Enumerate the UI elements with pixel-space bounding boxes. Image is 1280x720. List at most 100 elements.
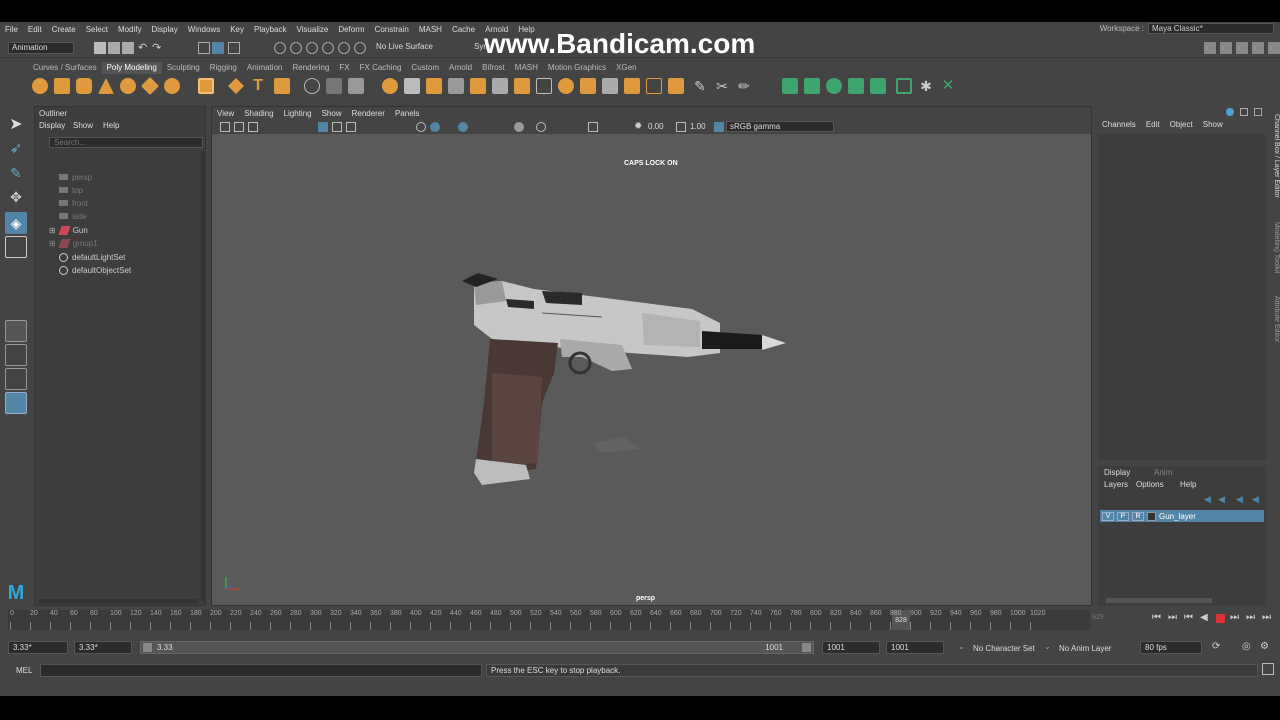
shelf-tab-rendering[interactable]: Rendering bbox=[287, 62, 334, 74]
render-settings-icon[interactable] bbox=[1252, 42, 1264, 54]
retopologize-icon[interactable] bbox=[514, 78, 530, 94]
poly-cylinder-icon[interactable] bbox=[76, 78, 92, 94]
outliner-item-default-light-set[interactable]: defaultLightSet bbox=[59, 251, 125, 263]
type-tool-icon[interactable]: T bbox=[250, 78, 266, 94]
shelf-tab-xgen[interactable]: XGen bbox=[611, 62, 641, 74]
new-layer-icon[interactable]: ◀ bbox=[1236, 494, 1243, 505]
wireframe-icon[interactable] bbox=[416, 122, 426, 132]
paint-select-icon[interactable]: ✎ bbox=[5, 162, 27, 184]
character-set-chevron-icon[interactable]: ⌄ bbox=[958, 642, 965, 651]
four-view-layout-icon[interactable] bbox=[5, 344, 27, 366]
play-backwards-icon[interactable]: ◀ bbox=[1200, 612, 1208, 623]
range-slider-bar[interactable]: 3.33 1001 bbox=[140, 641, 814, 654]
layer-hscrollbar[interactable] bbox=[1106, 598, 1212, 603]
anim-layer-chevron-icon[interactable]: ⌄ bbox=[1044, 642, 1051, 651]
render-icon[interactable] bbox=[1220, 42, 1232, 54]
channel-box-close-icon[interactable] bbox=[1254, 108, 1262, 116]
channel-menu-object[interactable]: Object bbox=[1170, 120, 1193, 129]
command-input[interactable] bbox=[40, 664, 482, 677]
workspace-dropdown[interactable]: Maya Classic* bbox=[1148, 23, 1274, 34]
vp-menu-show[interactable]: Show bbox=[317, 109, 347, 118]
snap-surface-icon[interactable] bbox=[338, 42, 350, 54]
outliner-item-default-object-set[interactable]: defaultObjectSet bbox=[59, 264, 131, 276]
isolate-select-icon[interactable] bbox=[588, 122, 598, 132]
layer-menu-options[interactable]: Options bbox=[1136, 480, 1164, 489]
move-tool-icon[interactable]: ✥ bbox=[5, 186, 27, 208]
side-tab-channel-box[interactable]: Channel Box / Layer Editor bbox=[1268, 114, 1280, 218]
extrude-icon[interactable] bbox=[580, 78, 596, 94]
stop-icon[interactable] bbox=[1216, 614, 1225, 623]
poly-cone-icon[interactable] bbox=[98, 78, 114, 94]
script-editor-icon[interactable] bbox=[1262, 663, 1274, 675]
brush-icon[interactable]: ✏ bbox=[736, 78, 752, 94]
anim-start-field[interactable]: 3.33* bbox=[74, 641, 132, 654]
vp-menu-panels[interactable]: Panels bbox=[390, 109, 424, 118]
select-hierarchy-icon[interactable] bbox=[198, 42, 210, 54]
step-forward-frame-icon[interactable]: ⏭ bbox=[1246, 612, 1255, 623]
layer-tab-display[interactable]: Display bbox=[1104, 468, 1130, 477]
persp-outliner-layout-icon[interactable] bbox=[5, 368, 27, 390]
auto-map-icon[interactable] bbox=[870, 78, 886, 94]
outliner-item-gun[interactable]: ⊞ Gun bbox=[49, 224, 88, 236]
channel-menu-channels[interactable]: Channels bbox=[1102, 120, 1136, 129]
gamma-value[interactable]: 1.00 bbox=[690, 122, 706, 131]
planar-map-icon[interactable] bbox=[804, 78, 820, 94]
vp-menu-shading[interactable]: Shading bbox=[239, 109, 278, 118]
shelf-tab-motion-graphics[interactable]: Motion Graphics bbox=[543, 62, 611, 74]
menu-constrain[interactable]: Constrain bbox=[370, 25, 414, 34]
cut-tool-icon[interactable]: ✂ bbox=[714, 78, 730, 94]
channel-menu-edit[interactable]: Edit bbox=[1146, 120, 1160, 129]
grid-icon[interactable] bbox=[318, 122, 328, 132]
reduce-icon[interactable] bbox=[470, 78, 486, 94]
outliner-scrollbar[interactable] bbox=[201, 151, 205, 601]
gamma-icon[interactable] bbox=[676, 122, 686, 132]
poly-disc-icon[interactable] bbox=[164, 78, 180, 94]
outliner-item-group1[interactable]: ⊞ group1 bbox=[49, 237, 98, 249]
move-layer-up-icon[interactable]: ◀ bbox=[1204, 494, 1211, 505]
cut-uv-icon[interactable]: ✕ bbox=[940, 78, 956, 94]
menu-select[interactable]: Select bbox=[81, 25, 113, 34]
shelf-tab-curves-surfaces[interactable]: Curves / Surfaces bbox=[28, 62, 102, 74]
start-time-field[interactable]: 3.33* bbox=[8, 641, 68, 654]
anim-layer-label[interactable]: No Anim Layer bbox=[1059, 644, 1111, 653]
menu-cache[interactable]: Cache bbox=[447, 25, 480, 34]
remesh-icon[interactable] bbox=[492, 78, 508, 94]
open-scene-icon[interactable] bbox=[108, 42, 120, 54]
combine-icon[interactable] bbox=[304, 78, 320, 94]
super-shape-icon[interactable] bbox=[228, 78, 244, 94]
save-scene-icon[interactable] bbox=[122, 42, 134, 54]
ambient-occlusion-icon[interactable] bbox=[536, 122, 546, 132]
new-layer-selected-icon[interactable]: ◀ bbox=[1252, 494, 1259, 505]
rotate-tool-icon[interactable]: ◈ bbox=[5, 212, 27, 234]
spherical-map-icon[interactable] bbox=[848, 78, 864, 94]
menu-edit[interactable]: Edit bbox=[23, 25, 47, 34]
live-surface-label[interactable]: No Live Surface bbox=[376, 42, 433, 51]
outliner-layout-icon[interactable] bbox=[5, 392, 27, 414]
vp-menu-lighting[interactable]: Lighting bbox=[279, 109, 317, 118]
vp-menu-renderer[interactable]: Renderer bbox=[347, 109, 390, 118]
outliner-menu-help[interactable]: Help bbox=[103, 121, 119, 130]
shelf-tab-sculpting[interactable]: Sculpting bbox=[162, 62, 205, 74]
anim-end-field[interactable]: 1001 bbox=[822, 641, 880, 654]
layer-reference-toggle[interactable]: R bbox=[1132, 511, 1144, 521]
bevel-icon[interactable] bbox=[624, 78, 640, 94]
go-to-end-icon[interactable]: ⏭ bbox=[1262, 612, 1271, 623]
cylindrical-map-icon[interactable] bbox=[826, 78, 842, 94]
scale-tool-icon[interactable] bbox=[5, 236, 27, 258]
time-ruler[interactable]: 828 0 20 40 60 80 100 120 140 160 180 200 220 240 260… bbox=[8, 610, 1090, 630]
preferences-icon[interactable]: ⚙ bbox=[1260, 641, 1269, 652]
channel-menu-show[interactable]: Show bbox=[1203, 120, 1223, 129]
edge-loop-icon[interactable] bbox=[558, 78, 574, 94]
snap-live-icon[interactable] bbox=[354, 42, 366, 54]
step-back-frame-icon[interactable]: ⏭ bbox=[1168, 612, 1177, 623]
shelf-tab-animation[interactable]: Animation bbox=[242, 62, 288, 74]
undo-icon[interactable]: ↶ bbox=[138, 42, 150, 54]
menu-set-dropdown[interactable]: Animation bbox=[8, 42, 74, 54]
svg-tool-icon[interactable] bbox=[274, 78, 290, 94]
snap-point-icon[interactable] bbox=[306, 42, 318, 54]
perspective-viewport[interactable]: View Shading Lighting Show Renderer Pane… bbox=[211, 106, 1092, 606]
outliner-item-front[interactable]: front bbox=[59, 197, 88, 209]
menu-display[interactable]: Display bbox=[147, 25, 183, 34]
select-tool-icon[interactable]: ➤ bbox=[5, 114, 27, 136]
layer-visibility-toggle[interactable]: V bbox=[1102, 511, 1114, 521]
